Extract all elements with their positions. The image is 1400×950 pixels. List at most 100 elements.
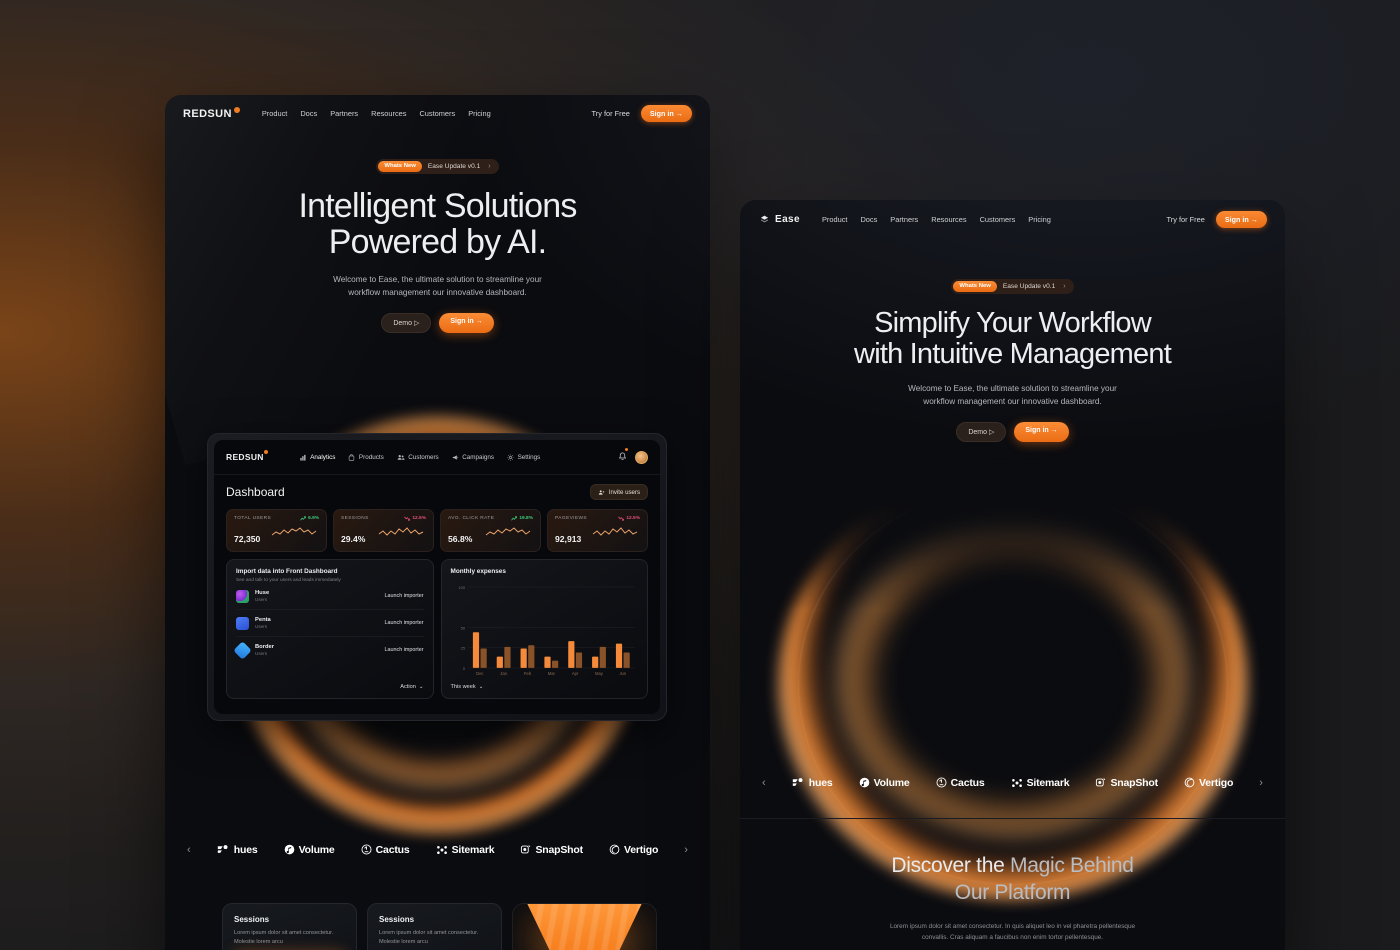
- import-row-border: Border Users Launch importer: [233, 637, 424, 663]
- dashboard-topbar: REDSUN Analytics Products Customers Camp…: [214, 440, 660, 475]
- vertigo-icon: [609, 844, 620, 855]
- snapshot-icon: [521, 845, 531, 854]
- notifications-bell-icon[interactable]: [618, 448, 628, 466]
- trend-down-icon: [404, 516, 411, 521]
- dashboard-nav-analytics[interactable]: Analytics: [300, 454, 335, 461]
- dashboard-nav-products[interactable]: Products: [348, 454, 384, 461]
- ease-logo[interactable]: Ease: [758, 213, 800, 226]
- import-footer: Action ⌄: [236, 677, 423, 690]
- dashboard-logo[interactable]: REDSUN: [226, 450, 268, 462]
- dashboard-subpanels: Import data into Front Dashboard See and…: [226, 559, 648, 699]
- dashboard-nav-campaigns[interactable]: Campaigns: [452, 454, 494, 461]
- brand-label: REDSUN: [183, 107, 232, 120]
- hero-title-line1: Intelligent Solutions: [298, 186, 577, 225]
- dashboard-header-row: Dashboard Invite users: [226, 484, 648, 500]
- logo-label: Cactus: [950, 776, 985, 789]
- nav-link-customers[interactable]: Customers: [980, 215, 1016, 224]
- sessions-card-tasks: Sessions Lorem ipsum dolor sit amet cons…: [222, 903, 357, 950]
- dashboard-nav-campaigns-label: Campaigns: [462, 453, 495, 461]
- brand-dot-icon: [233, 107, 240, 113]
- nav-link-pricing[interactable]: Pricing: [468, 109, 491, 118]
- nav-link-docs[interactable]: Docs: [300, 109, 317, 118]
- logo-label: Sitemark: [1026, 776, 1070, 789]
- stat-label: TOTAL USERS: [234, 516, 272, 521]
- chart-range-label: This week: [450, 683, 476, 690]
- hero-sign-in-button[interactable]: Sign in →: [439, 313, 494, 334]
- megaphone-icon: [452, 454, 458, 460]
- hero-sign-in-button[interactable]: Sign in →: [1014, 422, 1069, 443]
- logo-cactus: Cactus: [361, 844, 410, 856]
- launch-importer-button[interactable]: Launch importer: [385, 647, 424, 653]
- page-title: Dashboard: [226, 485, 285, 499]
- stat-delta: 6.9%: [300, 516, 319, 521]
- left-hero: Whats New Ease Update v0.1 › Intelligent…: [165, 128, 710, 334]
- import-title: Import data into Front Dashboard: [236, 568, 338, 575]
- trend-up-icon: [511, 516, 518, 521]
- stat-label: PAGEVIEWS: [555, 516, 588, 521]
- action-dropdown[interactable]: Action ⌄: [400, 684, 423, 690]
- sign-in-button[interactable]: Sign in →: [1215, 211, 1267, 228]
- avatar[interactable]: [635, 450, 648, 464]
- dashboard-brand-label: REDSUN: [226, 452, 264, 462]
- left-hero-buttons: Demo ▷ Sign in →: [165, 313, 710, 334]
- nav-link-product[interactable]: Product: [822, 215, 847, 224]
- nav-link-resources[interactable]: Resources: [371, 109, 406, 118]
- sitemark-icon: [436, 845, 447, 854]
- demo-button[interactable]: Demo ▷: [956, 422, 1007, 443]
- hero-sub-line2: workflow management our innovative dashb…: [348, 288, 527, 298]
- logo-label: Vertigo: [623, 843, 659, 856]
- stat-delta: 19.8%: [511, 516, 533, 521]
- nav-link-partners[interactable]: Partners: [890, 215, 918, 224]
- dashboard-brand-dot-icon: [263, 450, 268, 454]
- dashboard-nav-settings[interactable]: Settings: [507, 454, 540, 461]
- logo-label: Sitemark: [451, 843, 495, 856]
- whats-new-pill[interactable]: Whats New Ease Update v0.1 ›: [951, 278, 1074, 294]
- dashboard-nav-customers[interactable]: Customers: [397, 454, 439, 461]
- right-hero-subtitle: Welcome to Ease, the ultimate solution t…: [740, 382, 1285, 408]
- redsun-logo[interactable]: REDSUN: [183, 107, 240, 120]
- launch-importer-button[interactable]: Launch importer: [385, 593, 424, 599]
- snapshot-icon: [1096, 778, 1106, 787]
- magic-sub-line2: convallis. Cras aliquam a faucibus non e…: [921, 933, 1104, 941]
- nav-links: Product Docs Partners Resources Customer…: [822, 215, 1051, 224]
- whats-new-pill[interactable]: Whats New Ease Update v0.1 ›: [376, 158, 499, 174]
- nav-links: Product Docs Partners Resources Customer…: [262, 109, 491, 118]
- left-hero-subtitle: Welcome to Ease, the ultimate solution t…: [165, 273, 710, 299]
- import-data-card: Import data into Front Dashboard See and…: [226, 559, 434, 699]
- penta-logo-icon: [236, 616, 249, 630]
- try-for-free-link[interactable]: Try for Free: [592, 109, 630, 118]
- logo-hues: hues: [217, 843, 258, 856]
- nav-link-partners[interactable]: Partners: [330, 109, 358, 118]
- nav-link-customers[interactable]: Customers: [419, 109, 455, 118]
- carousel-next-button[interactable]: ›: [1259, 777, 1263, 789]
- launch-importer-button[interactable]: Launch importer: [385, 620, 424, 626]
- nav-link-resources[interactable]: Resources: [931, 215, 966, 224]
- nav-link-docs[interactable]: Docs: [860, 215, 877, 224]
- magic-heading-block: Discover the Magic Behind Our Platform L…: [740, 853, 1285, 943]
- logo-label: Volume: [873, 776, 910, 789]
- magic-title-b: Magic Behind: [1010, 854, 1134, 877]
- stat-delta-value: 12.5%: [412, 516, 426, 521]
- carousel-prev-button[interactable]: ‹: [762, 777, 766, 789]
- left-hero-title: Intelligent Solutions Powered by AI.: [165, 186, 710, 261]
- card-title: Sessions: [234, 915, 270, 924]
- import-sub: Users: [255, 597, 267, 602]
- carousel-next-button[interactable]: ›: [684, 844, 688, 856]
- left-site-nav: REDSUN Product Docs Partners Resources C…: [165, 95, 710, 128]
- sessions-card-stat: Sessions Lorem ipsum dolor sit amet cons…: [367, 903, 502, 950]
- svg-text:Jan: Jan: [500, 671, 507, 676]
- svg-text:Dec: Dec: [476, 671, 483, 676]
- demo-button[interactable]: Demo ▷: [381, 313, 432, 334]
- magic-title-a: Discover the: [891, 854, 1010, 877]
- sign-in-button[interactable]: Sign in →: [640, 105, 692, 122]
- section-divider: [740, 818, 1285, 819]
- volume-icon: [859, 777, 869, 788]
- chart-range-dropdown[interactable]: This week ⌄: [451, 684, 639, 690]
- nav-actions: Try for Free Sign in →: [592, 105, 692, 122]
- try-for-free-link[interactable]: Try for Free: [1167, 215, 1205, 224]
- carousel-prev-button[interactable]: ‹: [187, 844, 191, 856]
- stat-value: 92,913: [555, 534, 582, 544]
- nav-link-pricing[interactable]: Pricing: [1028, 215, 1051, 224]
- invite-users-button[interactable]: Invite users: [589, 484, 648, 500]
- nav-link-product[interactable]: Product: [262, 109, 287, 118]
